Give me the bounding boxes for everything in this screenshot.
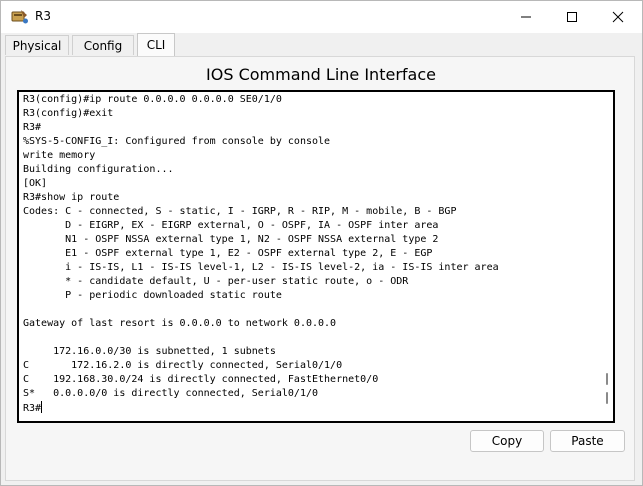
terminal-line: N1 - OSPF NSSA external type 1, N2 - OSP…: [23, 233, 603, 247]
tab-cli[interactable]: CLI: [137, 33, 175, 57]
window-title: R3: [35, 9, 51, 23]
terminal-line-text: [OK]: [23, 178, 48, 189]
scrollbar-thumb[interactable]: [606, 373, 608, 385]
terminal-line: S* 0.0.0.0/0 is directly connected, Seri…: [23, 387, 603, 401]
terminal-line: [OK]: [23, 177, 603, 191]
terminal-line: P - periodic downloaded static route: [23, 289, 603, 303]
scrollbar-thumb[interactable]: [606, 392, 608, 404]
terminal-line-text: E1 - OSPF external type 1, E2 - OSPF ext…: [23, 248, 433, 259]
maximize-icon: [567, 12, 577, 22]
terminal-line: E1 - OSPF external type 1, E2 - OSPF ext…: [23, 247, 603, 261]
copy-button[interactable]: Copy: [470, 430, 544, 452]
terminal-line-text: Gateway of last resort is 0.0.0.0 to net…: [23, 318, 337, 329]
terminal-line: %SYS-5-CONFIG_I: Configured from console…: [23, 135, 603, 149]
terminal-line-text: S* 0.0.0.0/0 is directly connected, Seri…: [23, 388, 319, 399]
minimize-icon: [521, 16, 531, 18]
terminal-line-text: C 172.16.2.0 is directly connected, Seri…: [23, 360, 343, 371]
terminal-line: C 192.168.30.0/24 is directly connected,…: [23, 373, 603, 387]
terminal-line-text: %SYS-5-CONFIG_I: Configured from console…: [23, 136, 331, 147]
close-button[interactable]: [595, 1, 641, 33]
tab-physical[interactable]: Physical: [5, 35, 69, 55]
terminal-line-text: R3#: [23, 403, 42, 414]
terminal-line: i - IS-IS, L1 - IS-IS level-1, L2 - IS-I…: [23, 261, 603, 275]
terminal-line-text: R3(config)#exit: [23, 108, 114, 119]
terminal-line-text: i - IS-IS, L1 - IS-IS level-1, L2 - IS-I…: [23, 262, 499, 273]
terminal-line: 172.16.0.0/30 is subnetted, 1 subnets: [23, 345, 603, 359]
terminal-line: R3(config)#exit: [23, 107, 603, 121]
app-window: R3 Physical Config CLI IOS Command Line …: [0, 0, 643, 486]
terminal-line: write memory: [23, 149, 603, 163]
terminal-line-text: Building configuration...: [23, 164, 174, 175]
terminal-line-text: * - candidate default, U - per-user stat…: [23, 276, 409, 287]
paste-button[interactable]: Paste: [550, 430, 625, 452]
terminal-line: Codes: C - connected, S - static, I - IG…: [23, 205, 603, 219]
terminal-line: C 172.16.2.0 is directly connected, Seri…: [23, 359, 603, 373]
close-icon: [612, 11, 624, 23]
router-app-icon: [11, 9, 29, 25]
terminal-line-text: 172.16.0.0/30 is subnetted, 1 subnets: [23, 346, 276, 357]
tab-bar: Physical Config CLI: [1, 33, 642, 57]
cli-panel: IOS Command Line Interface R3(config)#ip…: [5, 56, 635, 481]
terminal-line: R3(config)#ip route 0.0.0.0 0.0.0.0 SE0/…: [23, 93, 603, 107]
maximize-button[interactable]: [549, 1, 595, 33]
terminal-line-text: R3#show ip route: [23, 192, 120, 203]
terminal-line: D - EIGRP, EX - EIGRP external, O - OSPF…: [23, 219, 603, 233]
terminal-output[interactable]: R3(config)#ip route 0.0.0.0 0.0.0.0 SE0/…: [23, 93, 603, 421]
terminal-line: Gateway of last resort is 0.0.0.0 to net…: [23, 317, 603, 331]
terminal-line-text: R3(config)#ip route 0.0.0.0 0.0.0.0 SE0/…: [23, 94, 282, 105]
terminal-line: R3#: [23, 121, 603, 135]
terminal-line: R3#: [23, 401, 603, 415]
title-bar[interactable]: R3: [1, 1, 642, 33]
terminal-line-text: D - EIGRP, EX - EIGRP external, O - OSPF…: [23, 220, 439, 231]
terminal-line-text: P - periodic downloaded static route: [23, 290, 282, 301]
terminal-line-text: N1 - OSPF NSSA external type 1, N2 - OSP…: [23, 234, 439, 245]
terminal-line: R3#show ip route: [23, 191, 603, 205]
tab-config[interactable]: Config: [72, 35, 134, 55]
panel-title: IOS Command Line Interface: [206, 65, 436, 84]
terminal-scrollbar[interactable]: [603, 94, 611, 419]
terminal-line: Building configuration...: [23, 163, 603, 177]
cli-terminal[interactable]: R3(config)#ip route 0.0.0.0 0.0.0.0 SE0/…: [17, 90, 615, 423]
terminal-line-text: C 192.168.30.0/24 is directly connected,…: [23, 374, 379, 385]
terminal-line-text: write memory: [23, 150, 96, 161]
terminal-line: * - candidate default, U - per-user stat…: [23, 275, 603, 289]
terminal-line-text: R3#: [23, 122, 42, 133]
terminal-line-text: Codes: C - connected, S - static, I - IG…: [23, 206, 457, 217]
minimize-button[interactable]: [503, 1, 549, 33]
text-cursor: [41, 401, 43, 413]
